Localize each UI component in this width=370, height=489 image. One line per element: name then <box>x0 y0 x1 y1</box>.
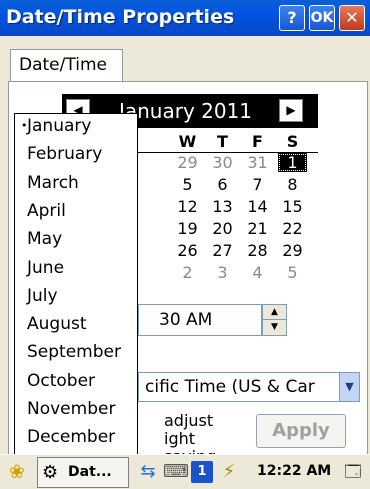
close-button[interactable]: ✕ <box>339 5 365 31</box>
month-option-label: September <box>27 342 121 363</box>
month-option[interactable]: • January <box>15 116 137 144</box>
calendar-day[interactable]: 2 <box>173 263 202 282</box>
month-option-label: October <box>27 370 96 391</box>
network-icon[interactable]: ⇆ <box>137 461 159 483</box>
help-button[interactable]: ? <box>279 5 305 31</box>
month-option[interactable]: June <box>15 258 137 286</box>
ok-button[interactable]: OK <box>309 5 335 31</box>
month-option-label: April <box>27 200 66 221</box>
selected-bullet-icon: • <box>21 119 28 132</box>
month-option-label: May <box>27 229 63 250</box>
spin-up-button[interactable]: ▲ <box>263 305 286 320</box>
calendar-day[interactable]: 12 <box>173 197 202 216</box>
month-option[interactable]: December <box>15 427 137 455</box>
calendar-day[interactable]: 20 <box>208 219 237 238</box>
month-option-label: June <box>27 257 65 278</box>
calendar-day[interactable]: 8 <box>278 175 307 194</box>
taskbar-window-label: Dat... <box>68 464 112 480</box>
calendar-day[interactable]: 21 <box>243 219 272 238</box>
month-option[interactable]: July <box>15 286 137 314</box>
calendar-day[interactable]: 1 <box>278 153 307 172</box>
month-option[interactable]: February <box>15 144 137 172</box>
taskbar: ❀ ⚙ Dat... ⇆ ⌨ 1 ⚡ 12:22 AM 🗔 <box>0 454 370 489</box>
window-title: Date/Time Properties <box>6 6 235 28</box>
tab-date-time[interactable]: Date/Time <box>10 49 123 82</box>
month-option-label: November <box>27 399 116 419</box>
calendar-day[interactable]: 27 <box>208 241 237 260</box>
month-option[interactable]: May <box>15 229 137 257</box>
calendar-day[interactable]: 22 <box>278 219 307 238</box>
time-field[interactable]: 30 AM <box>138 304 262 336</box>
title-bar: Date/Time Properties ? OK ✕ <box>0 0 370 36</box>
day-header: T <box>217 132 228 151</box>
start-icon[interactable]: ❀ <box>3 459 31 485</box>
calendar-day[interactable]: 26 <box>173 241 202 260</box>
next-month-button[interactable]: ▶ <box>279 99 303 122</box>
calendar-day[interactable]: 6 <box>208 175 237 194</box>
desktop-icon[interactable]: 🗔 <box>342 461 364 483</box>
apply-button[interactable]: Apply <box>256 414 346 448</box>
month-option-label: March <box>27 172 79 193</box>
battery-icon[interactable]: ⚡ <box>218 461 240 483</box>
day-header: F <box>252 132 263 151</box>
month-option[interactable]: October <box>15 371 137 399</box>
time-spinner[interactable]: ▲ ▼ <box>262 304 287 336</box>
input-icon[interactable]: 1 <box>191 461 213 483</box>
month-option[interactable]: March <box>15 173 137 201</box>
spin-down-button[interactable]: ▼ <box>263 320 286 335</box>
dst-label-line1: adjust <box>164 411 214 430</box>
calendar-day[interactable]: 4 <box>243 263 272 282</box>
calendar-day[interactable]: 31 <box>243 153 272 172</box>
calendar-day[interactable]: 14 <box>243 197 272 216</box>
calendar-day[interactable]: 15 <box>278 197 307 216</box>
month-option[interactable]: September <box>15 342 137 370</box>
month-option[interactable]: August <box>15 314 137 342</box>
keyboard-icon[interactable]: ⌨ <box>163 461 189 483</box>
month-option[interactable]: April <box>15 201 137 229</box>
taskbar-window-button[interactable]: ⚙ Dat... <box>37 457 129 488</box>
calendar-day[interactable]: 5 <box>173 175 202 194</box>
month-option[interactable]: November <box>15 399 137 427</box>
calendar-day[interactable]: 7 <box>243 175 272 194</box>
calendar-day[interactable]: 29 <box>278 241 307 260</box>
day-header: S <box>286 132 299 151</box>
calendar-day[interactable]: 29 <box>173 153 202 172</box>
clock[interactable]: 12:22 AM <box>257 463 331 479</box>
calendar-day[interactable]: 30 <box>208 153 237 172</box>
month-option-label: December <box>27 427 116 448</box>
day-header: W <box>178 132 197 151</box>
calendar-day[interactable]: 19 <box>173 219 202 238</box>
timezone-select[interactable]: cific Time (US & Car ▼ <box>138 372 360 402</box>
calendar-day[interactable]: 3 <box>208 263 237 282</box>
month-dropdown-list: • January February March April May June July Aug… <box>14 113 138 456</box>
timezone-value: cific Time (US & Car <box>145 377 315 397</box>
month-option-label: August <box>27 314 87 335</box>
chevron-down-icon[interactable]: ▼ <box>339 373 359 401</box>
month-option-label: July <box>27 285 58 306</box>
time-value: 30 AM <box>159 310 213 330</box>
month-option-label: January <box>27 116 92 136</box>
settings-icon: ⚙ <box>42 462 59 483</box>
calendar-day[interactable]: 13 <box>208 197 237 216</box>
calendar-day[interactable]: 5 <box>278 263 307 282</box>
calendar-day[interactable]: 28 <box>243 241 272 260</box>
month-option-label: February <box>27 144 103 165</box>
tab-label: Date/Time <box>19 55 107 75</box>
